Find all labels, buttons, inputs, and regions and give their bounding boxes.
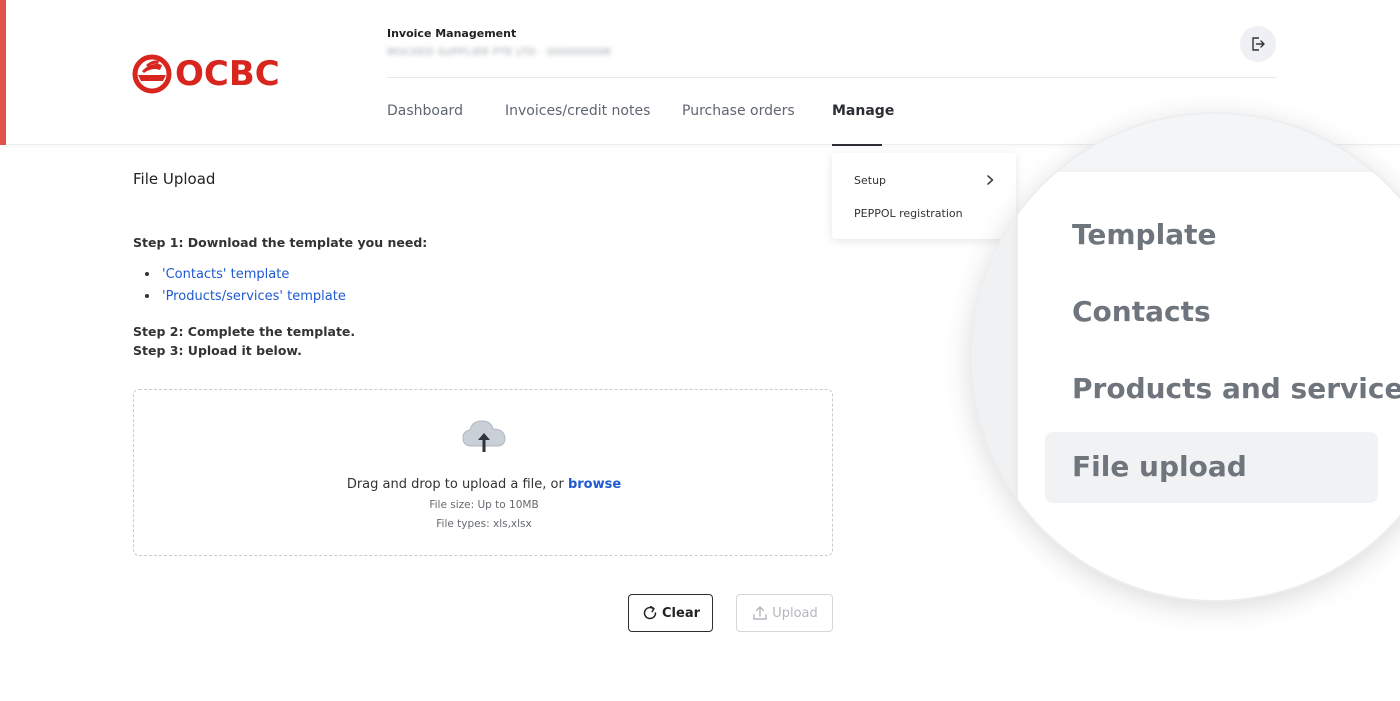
submenu-item-products-and-services[interactable]: Products and services: [1072, 372, 1400, 405]
page-title: File Upload: [133, 170, 216, 188]
brand-accent-bar: [0, 0, 6, 145]
clear-button[interactable]: Clear: [628, 594, 713, 632]
ocbc-logo[interactable]: OCBC: [132, 52, 280, 96]
nav-purchase-orders[interactable]: Purchase orders: [682, 103, 795, 119]
nav-dashboard[interactable]: Dashboard: [387, 103, 463, 119]
step-1-text: Step 1: Download the template you need:: [133, 235, 428, 250]
logo-wordmark: OCBC: [175, 54, 280, 94]
upload-icon: [753, 606, 767, 620]
browse-link[interactable]: browse: [568, 477, 621, 492]
refresh-icon: [643, 605, 657, 620]
step-2-text: Step 2: Complete the template.: [133, 324, 356, 339]
nav-active-underline: [832, 144, 882, 146]
submenu-item-template[interactable]: Template: [1072, 218, 1216, 251]
contacts-template-link[interactable]: 'Contacts' template: [162, 267, 289, 282]
logout-icon: [1252, 37, 1265, 51]
setup-submenu-magnifier: Template Contacts Products and services …: [972, 114, 1400, 600]
dropzone-text: Drag and drop to upload a file, or: [346, 477, 568, 492]
list-item: 'Products/services' template: [145, 288, 346, 310]
list-item: 'Contacts' template: [145, 266, 346, 288]
dropzone-instruction: Drag and drop to upload a file, or brows…: [134, 477, 834, 492]
template-list: 'Contacts' template 'Products/services' …: [145, 266, 346, 310]
ocbc-sail-logo-icon: [132, 54, 172, 94]
file-types-hint: File types: xls,xlsx: [436, 518, 532, 530]
cloud-upload-icon: [462, 420, 506, 452]
company-name-blurred: MOCKED SUPPLIER PTE LTD · 00000000M: [387, 47, 612, 58]
nav-manage[interactable]: Manage: [832, 103, 894, 119]
logout-button[interactable]: [1240, 26, 1276, 62]
dropdown-item-peppol-registration[interactable]: PEPPOL registration: [854, 207, 963, 220]
file-dropzone[interactable]: Drag and drop to upload a file, or brows…: [133, 389, 833, 556]
upload-button-label: Upload: [772, 605, 818, 621]
products-services-template-link[interactable]: 'Products/services' template: [162, 289, 346, 304]
step-3-text: Step 3: Upload it below.: [133, 343, 302, 358]
file-size-hint: File size: Up to 10MB: [429, 499, 539, 511]
submenu-item-file-upload[interactable]: File upload: [1072, 450, 1247, 483]
submenu-item-contacts[interactable]: Contacts: [1072, 295, 1211, 328]
clear-button-label: Clear: [662, 605, 700, 621]
upload-button[interactable]: Upload: [736, 594, 833, 632]
nav-invoices-credit-notes[interactable]: Invoices/credit notes: [505, 103, 650, 119]
header-divider: [387, 77, 1276, 78]
app-title: Invoice Management: [387, 27, 517, 40]
dropdown-item-setup[interactable]: Setup: [854, 174, 886, 187]
